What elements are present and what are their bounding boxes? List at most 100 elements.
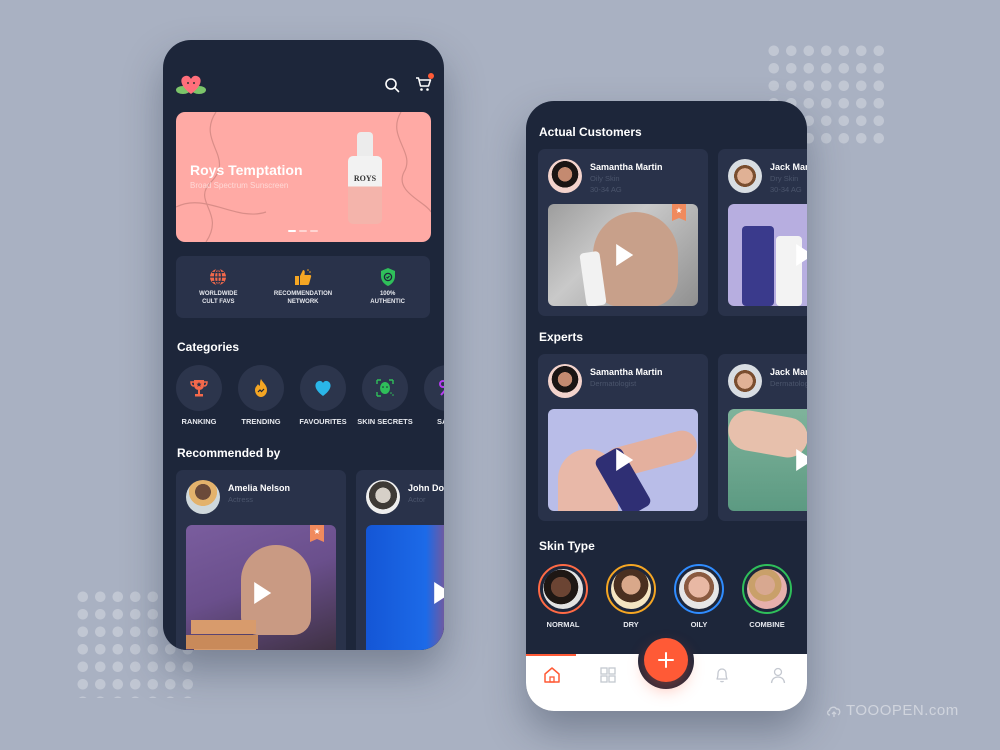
skin-type-oily[interactable]: OILY [674, 564, 724, 629]
pager-dot[interactable] [310, 230, 318, 232]
watermark-text: TOOOPEN.com [846, 702, 959, 719]
top-bar [163, 40, 444, 110]
customer-card[interactable]: Samantha Martin Oily Skin 30-34 AG ★ [538, 149, 708, 316]
skin-type-dry[interactable]: DRY [606, 564, 656, 629]
person-name: Jack Martin [770, 367, 807, 377]
person-info: Jack Martin Dry Skin 30-34 AG [728, 159, 807, 194]
feature-label: 100% AUTHENTIC [370, 291, 405, 305]
shield-check-icon [380, 268, 395, 287]
person-role: Dermatologist [590, 379, 637, 388]
categories-heading: Categories [177, 340, 240, 354]
promo-banner[interactable]: Roys Temptation Broad Spectrum Sunscreen… [176, 112, 431, 242]
product-brand: ROYS [353, 174, 377, 183]
pager-dot[interactable] [288, 230, 296, 232]
play-icon[interactable] [796, 449, 807, 471]
category-favourites[interactable]: FAVOURITES [299, 365, 347, 426]
feature-worldwide: WORLDWIDE CULT FAVS [178, 267, 258, 307]
avatar [728, 364, 762, 398]
play-icon[interactable] [616, 449, 634, 471]
person-age: 30-34 AG [590, 185, 622, 194]
person-name: Samantha Martin [590, 367, 663, 377]
tab-grid[interactable] [597, 664, 619, 686]
skin-type-combine[interactable]: COMBINE [742, 564, 792, 629]
pager-dot[interactable] [299, 230, 307, 232]
avatar [366, 480, 400, 514]
skin-type-heading: Skin Type [539, 539, 595, 553]
banner-title: Roys Temptation [190, 162, 303, 178]
search-button[interactable] [381, 74, 403, 96]
category-skin-secrets[interactable]: SKIN SECRETS [357, 365, 413, 426]
category-ranking[interactable]: RANKING [176, 365, 222, 426]
discover-screen: Actual Customers Samantha Martin Oily Sk… [526, 101, 807, 711]
skin-ring [742, 564, 792, 614]
recommended-heading: Recommended by [177, 446, 281, 460]
product-image: ROYS [348, 132, 382, 224]
person-info: Amelia Nelson Actress [186, 480, 290, 514]
person-name: Amelia Nelson [228, 483, 291, 493]
cart-badge [428, 73, 434, 79]
person-info: John Doe Actor [366, 480, 444, 514]
video-thumbnail[interactable] [728, 204, 807, 306]
feature-recommendation: RECOMMENDATION NETWORK [263, 267, 343, 307]
skin-type-label: DRY [623, 620, 639, 629]
tab-home[interactable] [541, 664, 563, 686]
play-icon[interactable] [254, 581, 272, 604]
skin-type-label: OILY [690, 620, 708, 629]
flame-icon [255, 379, 267, 397]
video-thumbnail[interactable]: ★ [186, 525, 336, 650]
globe-icon [210, 268, 227, 286]
expert-card[interactable]: Jack Martin Dermatologist [718, 354, 807, 521]
category-label: RANKING [181, 417, 217, 426]
person-info: Jack Martin Dermatologist [728, 364, 807, 398]
person-role: Actor [408, 495, 426, 504]
video-thumbnail[interactable] [548, 409, 698, 511]
search-icon [385, 78, 400, 93]
skin-type-normal[interactable]: NORMAL [538, 564, 588, 629]
recommender-card[interactable]: John Doe Actor [356, 470, 444, 650]
tab-notifications[interactable] [711, 664, 733, 686]
skin-ring [606, 564, 656, 614]
user-icon [770, 667, 786, 684]
heart-icon [315, 380, 331, 396]
play-icon[interactable] [796, 244, 807, 266]
recommender-card[interactable]: Amelia Nelson Actress ★ [176, 470, 346, 650]
video-thumbnail[interactable] [728, 409, 807, 511]
plus-icon [658, 652, 674, 668]
person-info: Samantha Martin Oily Skin 30-34 AG [548, 159, 663, 194]
avatar [548, 364, 582, 398]
heart-logo-icon[interactable] [175, 72, 207, 96]
cart-button[interactable] [412, 73, 434, 95]
percent-icon [439, 380, 444, 396]
home-icon [544, 667, 560, 683]
person-name: Jack Martin [770, 162, 807, 172]
tab-profile[interactable] [767, 664, 789, 686]
trophy-icon [190, 380, 208, 397]
customer-card[interactable]: Jack Martin Dry Skin 30-34 AG [718, 149, 807, 316]
skin-ring [674, 564, 724, 614]
play-icon[interactable] [434, 581, 444, 604]
play-icon[interactable] [616, 244, 634, 266]
video-thumbnail[interactable] [366, 525, 444, 650]
bookmark-star-icon[interactable]: ★ [310, 525, 324, 542]
avatar [728, 159, 762, 193]
skin-type-list: NORMAL DRY OILY COMBINE [538, 564, 792, 629]
banner-subtitle: Broad Spectrum Sunscreen [190, 181, 289, 190]
add-button[interactable] [644, 638, 688, 682]
bookmark-star-icon[interactable]: ★ [672, 204, 686, 221]
bell-icon [716, 668, 728, 683]
skin-type-label: NORMAL [546, 620, 580, 629]
avatar [186, 480, 220, 514]
carousel-pager[interactable] [288, 230, 318, 232]
face-scan-icon [376, 379, 394, 397]
thumbs-up-icon [294, 269, 312, 286]
watermark: TOOOPEN.com [826, 702, 959, 719]
person-skin: Dry Skin [770, 174, 799, 183]
category-label: FAVOURITES [299, 417, 347, 426]
category-trending[interactable]: TRENDING [238, 365, 284, 426]
category-sale[interactable]: SALE [424, 365, 444, 426]
video-thumbnail[interactable]: ★ [548, 204, 698, 306]
person-role: Dermatologist [770, 379, 807, 388]
category-label: SALE [436, 417, 444, 426]
categories-list: RANKING TRENDING FAVOURITES SKIN SECRETS… [176, 365, 444, 426]
expert-card[interactable]: Samantha Martin Dermatologist [538, 354, 708, 521]
